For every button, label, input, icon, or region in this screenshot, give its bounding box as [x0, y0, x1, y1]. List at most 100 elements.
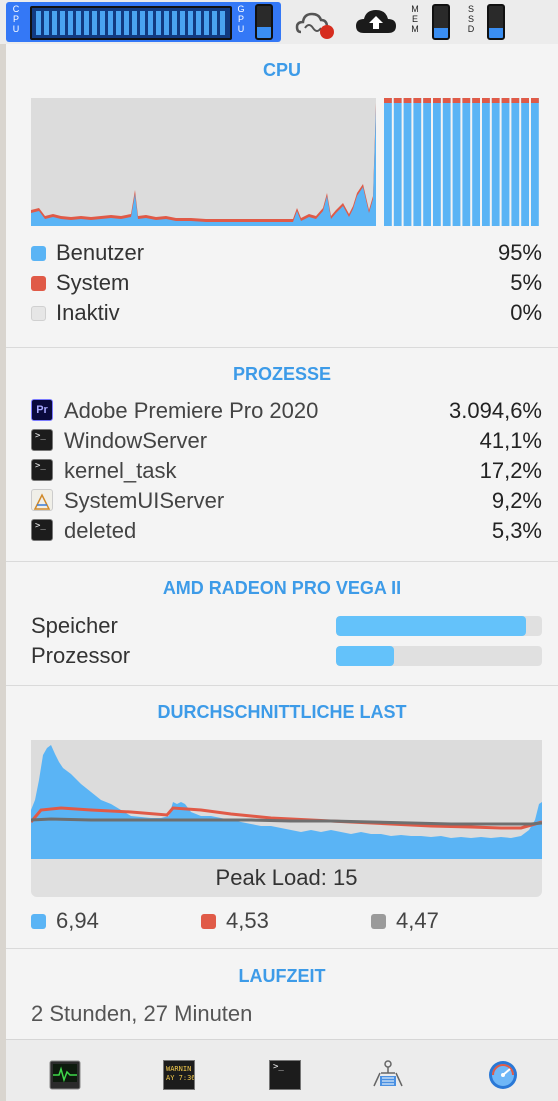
- cpu-core-bar: [531, 98, 539, 226]
- cpu-meter-column: [220, 11, 225, 35]
- cpu-history-graph: [31, 98, 539, 226]
- cpu-core-bar: [423, 98, 431, 226]
- load-legend-value: 6,94: [56, 908, 99, 933]
- terminal-icon: [31, 429, 53, 451]
- cpu-core-bar-system: [462, 98, 471, 103]
- cpu-core-bar: [384, 98, 392, 226]
- cpu-core-bar: [482, 98, 490, 226]
- cpu-meter-column: [132, 11, 137, 35]
- system-information-icon[interactable]: [372, 1060, 404, 1090]
- process-row[interactable]: SystemUIServer 9,2%: [6, 486, 558, 516]
- divider: [6, 948, 558, 949]
- cpu-meter-column: [68, 11, 73, 35]
- cpu-meter-column: [148, 11, 153, 35]
- ssd-vertical-label: SSD: [466, 4, 476, 34]
- cpu-core-bar: [393, 98, 402, 226]
- cpu-meter-column: [180, 11, 185, 35]
- color-swatch: [31, 276, 46, 291]
- cpu-core-bar-system: [384, 98, 392, 103]
- cpu-meter-column: [108, 11, 113, 35]
- terminal-icon: [31, 459, 53, 481]
- gpu-memory-bar-fill: [336, 616, 526, 636]
- cpu-core-bar-system: [472, 98, 480, 103]
- load-section-title: DURCHSCHNITTLICHE LAST: [157, 702, 407, 722]
- process-row[interactable]: WindowServer 41,1%: [6, 426, 558, 456]
- load-average-graph: [31, 740, 542, 859]
- gpu-memory-row: Speicher: [6, 611, 558, 641]
- cpu-core-bar: [403, 98, 412, 226]
- creative-cloud-sync-icon[interactable]: [295, 8, 337, 40]
- gpu-memory-bar: [336, 616, 542, 636]
- console-icon[interactable]: WARNIN AY 7:36: [163, 1060, 195, 1090]
- cpu-history-meter: [30, 6, 232, 40]
- console-icon-text: WARNIN AY 7:36: [166, 1065, 194, 1082]
- load-legend-value: 4,47: [396, 908, 439, 933]
- istat-popup-panel: CPU Benutzer 95% System 5% Inaktiv 0% PROZESS…: [6, 44, 558, 1101]
- divider: [6, 685, 558, 686]
- cpu-section-title: CPU: [262, 60, 301, 80]
- cpu-meter-column: [212, 11, 217, 35]
- divider: [6, 561, 558, 562]
- mem-vertical-label: MEM: [410, 4, 420, 34]
- cpu-core-bar-system: [501, 98, 510, 103]
- cpu-menu-extra[interactable]: CPU GPU: [6, 2, 281, 42]
- load-legend-swatch: [31, 914, 46, 929]
- cpu-core-bar-system: [521, 98, 529, 103]
- cpu-row-value: 5%: [510, 270, 542, 295]
- cpu-core-bar: [521, 98, 529, 226]
- premiere-pro-icon: Pr: [31, 399, 53, 421]
- process-cpu-value: 17,2%: [479, 458, 542, 483]
- process-name: SystemUIServer: [64, 488, 225, 513]
- gpu-vertical-label: GPU: [236, 4, 246, 34]
- cpu-core-bar: [433, 98, 441, 226]
- cpu-core-bar: [452, 98, 461, 226]
- cpu-core-bar-system: [442, 98, 451, 103]
- process-name: deleted: [64, 518, 137, 543]
- mem-gauge[interactable]: [432, 4, 450, 40]
- process-row[interactable]: kernel_task 17,2%: [6, 456, 558, 486]
- cloud-upload-icon[interactable]: [355, 7, 397, 37]
- processes-section-title: PROZESSE: [232, 364, 332, 384]
- activity-monitor-icon[interactable]: [49, 1060, 81, 1090]
- cpu-meter-column: [140, 11, 145, 35]
- gpu-processor-label: Prozessor: [31, 643, 131, 668]
- cpu-core-bar-system: [403, 98, 412, 103]
- cpu-core-bar-system: [413, 98, 422, 103]
- disk-utility-icon[interactable]: [487, 1060, 519, 1090]
- ssd-gauge[interactable]: [487, 4, 505, 40]
- cpu-core-bar-system: [433, 98, 441, 103]
- cpu-core-bar-system: [452, 98, 461, 103]
- cpu-core-bar: [442, 98, 451, 226]
- cpu-meter-column: [76, 11, 81, 35]
- system-ui-server-icon: [31, 489, 53, 511]
- cpu-user-row: Benutzer 95%: [6, 238, 558, 268]
- cpu-row-value: 0%: [510, 300, 542, 325]
- cpu-row-label: System: [56, 270, 130, 295]
- cpu-meter-column: [124, 11, 129, 35]
- terminal-icon[interactable]: [269, 1060, 301, 1090]
- cpu-core-bar: [472, 98, 480, 226]
- cpu-vertical-label: CPU: [11, 4, 21, 34]
- cpu-core-bar: [501, 98, 510, 226]
- cpu-core-bar: [511, 98, 520, 226]
- process-row[interactable]: Pr Adobe Premiere Pro 2020 3.094,6%: [6, 396, 558, 426]
- ssd-label-letters: SSD: [467, 4, 475, 34]
- ssd-gauge-level: [489, 28, 503, 38]
- cpu-meter-column: [172, 11, 177, 35]
- cpu-row-label: Benutzer: [56, 240, 145, 265]
- cpu-meter-column: [100, 11, 105, 35]
- cpu-meter-column: [60, 11, 65, 35]
- cpu-row-value: 95%: [497, 240, 542, 265]
- gpu-processor-bar: [336, 646, 542, 666]
- load-legend-swatch: [201, 914, 216, 929]
- process-row[interactable]: deleted 5,3%: [6, 516, 558, 546]
- process-name: kernel_task: [64, 458, 177, 483]
- cpu-meter-column: [92, 11, 97, 35]
- mem-gauge-level: [434, 28, 448, 38]
- mem-label-letters: MEM: [411, 4, 419, 34]
- divider: [6, 347, 558, 348]
- gpu-section-title: AMD RADEON PRO VEGA II: [162, 578, 402, 598]
- gpu-label-letters: GPU: [237, 4, 245, 34]
- gpu-processor-bar-fill: [336, 646, 394, 666]
- cpu-core-bar-system: [511, 98, 520, 103]
